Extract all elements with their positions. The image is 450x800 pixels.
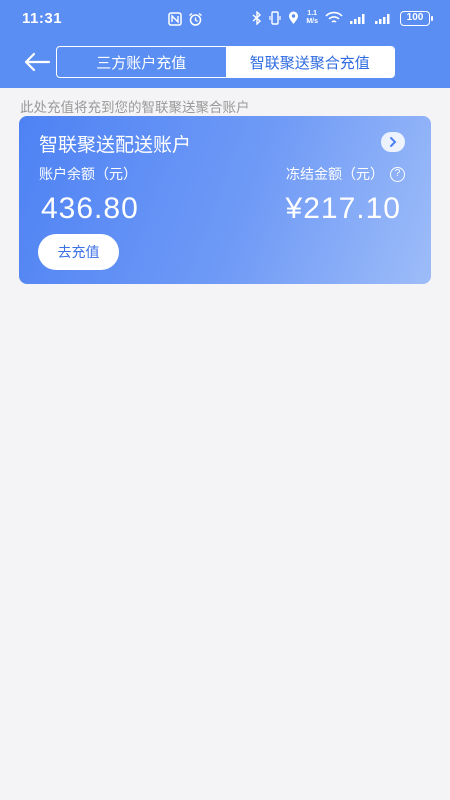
chevron-right-icon bbox=[390, 137, 397, 147]
app-header: 11:31 1.1 M/s 100 三方账户充值 智联聚送聚合充值 bbox=[0, 0, 450, 88]
balance-amount: 436.80 bbox=[41, 192, 139, 225]
recharge-notice: 此处充值将充到您的智联聚送聚合账户 bbox=[20, 100, 250, 116]
vibrate-icon bbox=[269, 11, 281, 25]
recharge-tabs: 三方账户充值 智联聚送聚合充值 bbox=[56, 46, 395, 78]
card-detail-button[interactable] bbox=[381, 132, 405, 152]
signal-icon-sim1 bbox=[350, 14, 365, 24]
status-time: 11:31 bbox=[22, 10, 63, 27]
network-speed-unit: M/s bbox=[306, 18, 318, 25]
card-title: 智联聚送配送账户 bbox=[39, 134, 192, 156]
notification-icons bbox=[168, 10, 203, 28]
battery-indicator: 100 bbox=[400, 10, 433, 26]
frozen-amount: ¥217.10 bbox=[285, 192, 401, 225]
bluetooth-icon bbox=[252, 11, 262, 25]
frozen-label-group: 冻结金额（元） ? bbox=[286, 164, 405, 184]
back-arrow-icon bbox=[24, 52, 51, 72]
tab-third-party-recharge[interactable]: 三方账户充值 bbox=[57, 47, 226, 77]
help-icon[interactable]: ? bbox=[390, 166, 405, 182]
alarm-icon bbox=[189, 12, 202, 26]
delivery-account-card: 智联聚送配送账户 账户余额（元） 冻结金额（元） ? 436.80 ¥217.1… bbox=[19, 116, 431, 284]
status-bar: 11:31 1.1 M/s 100 bbox=[0, 0, 450, 36]
wifi-icon bbox=[325, 11, 343, 23]
tab-aggregate-recharge[interactable]: 智联聚送聚合充值 bbox=[225, 47, 394, 77]
network-speed: 1.1 M/s bbox=[306, 10, 318, 26]
network-speed-value: 1.1 bbox=[307, 10, 318, 17]
location-icon bbox=[289, 11, 299, 24]
signal-icon-sim2 bbox=[375, 14, 390, 24]
nav-bar: 三方账户充值 智联聚送聚合充值 bbox=[0, 44, 450, 80]
back-button[interactable] bbox=[22, 50, 52, 74]
system-icons: 1.1 M/s 100 bbox=[252, 9, 433, 27]
nfc-icon bbox=[168, 12, 182, 26]
balance-label: 账户余额（元） bbox=[39, 167, 137, 183]
frozen-label: 冻结金额（元） bbox=[286, 167, 384, 183]
recharge-button[interactable]: 去充值 bbox=[38, 234, 119, 270]
